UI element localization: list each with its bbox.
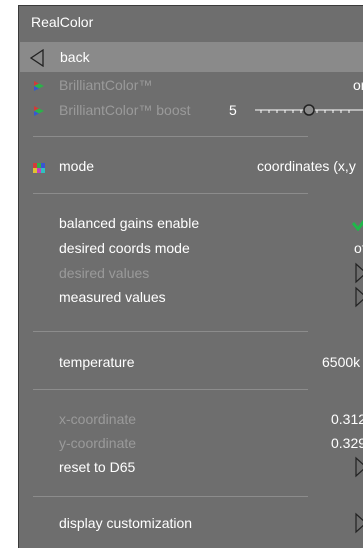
desired-values-label: desired values [59, 265, 150, 281]
balanced-gains-row[interactable]: balanced gains enable [19, 212, 363, 234]
chevron-right-icon [355, 262, 363, 289]
reset-to-d65-row[interactable]: reset to D65 [19, 456, 363, 478]
brilliantcolor-boost-slider[interactable] [251, 99, 363, 121]
balanced-gains-label: balanced gains enable [59, 215, 200, 231]
y-coordinate-label: y-coordinate [59, 435, 137, 451]
back-label: back [60, 49, 90, 65]
separator [33, 136, 308, 137]
x-coordinate-value: 0.312 [331, 411, 363, 427]
brilliantcolor-value: on [353, 77, 363, 93]
brilliantcolor-row[interactable]: BrilliantColor™ on [19, 74, 363, 96]
display-customization-label: display customization [59, 515, 193, 531]
chevron-right-icon [355, 512, 363, 539]
brilliantcolor-boost-label: BrilliantColor™ boost [59, 102, 191, 118]
brilliantcolor-label: BrilliantColor™ [59, 77, 153, 93]
y-coordinate-value: 0.329 [331, 435, 363, 451]
separator [33, 389, 308, 390]
rgb-triangle-icon [33, 104, 45, 122]
brilliantcolor-boost-value: 5 [229, 102, 237, 118]
mode-row[interactable]: mode coordinates (x,y [19, 155, 363, 177]
temperature-row[interactable]: temperature 6500k [19, 351, 363, 373]
desired-coords-mode-value: of [354, 240, 363, 256]
temperature-label: temperature [59, 354, 135, 370]
display-customization-row[interactable]: display customization [19, 512, 363, 534]
x-coordinate-row[interactable]: x-coordinate 0.312 [19, 408, 363, 430]
desired-coords-mode-label: desired coords mode [59, 240, 190, 256]
chevron-right-icon [355, 286, 363, 313]
mode-label: mode [59, 158, 95, 174]
x-coordinate-label: x-coordinate [59, 411, 137, 427]
separator [33, 496, 308, 497]
y-coordinate-row[interactable]: y-coordinate 0.329 [19, 432, 363, 454]
measured-values-row[interactable]: measured values [19, 286, 363, 308]
realcolor-panel: RealColor back BrilliantColor™ on Brilli… [18, 5, 363, 548]
rgb-triangle-icon [33, 79, 45, 97]
temperature-value: 6500k [322, 354, 361, 370]
checkmark-icon[interactable] [351, 215, 363, 236]
separator [33, 331, 308, 332]
mode-value: coordinates (x,y [257, 158, 356, 174]
back-arrow-icon [29, 48, 44, 72]
desired-values-row[interactable]: desired values [19, 262, 363, 284]
separator [33, 193, 308, 194]
brilliantcolor-boost-row[interactable]: BrilliantColor™ boost 5 [19, 99, 363, 121]
slider-thumb [303, 104, 315, 116]
measured-values-label: measured values [59, 289, 166, 305]
panel-title: RealColor [31, 14, 94, 30]
desired-coords-mode-row[interactable]: desired coords mode of [19, 237, 363, 259]
reset-to-d65-label: reset to D65 [59, 459, 136, 475]
chevron-right-icon [355, 456, 363, 483]
color-chart-icon [33, 160, 45, 178]
back-button[interactable]: back [20, 42, 363, 72]
